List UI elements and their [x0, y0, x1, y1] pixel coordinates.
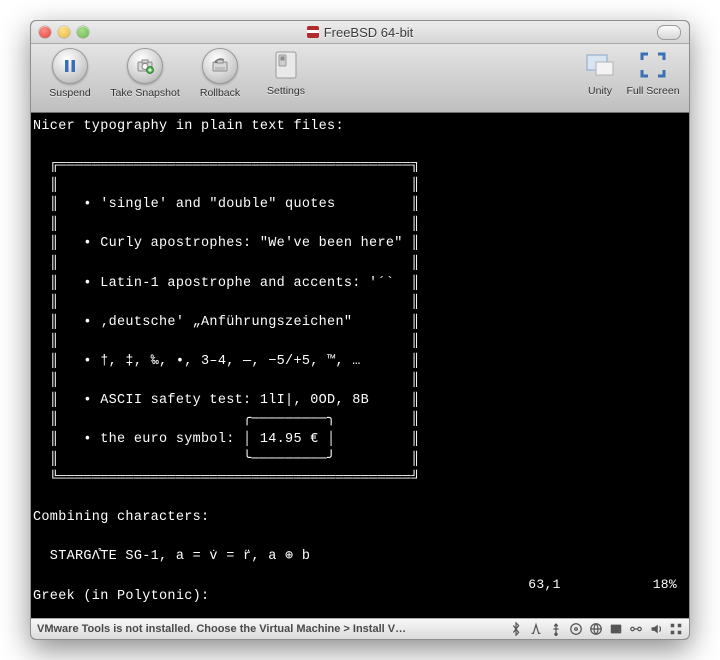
term-section: Combining characters:: [33, 508, 209, 528]
status-message[interactable]: VMware Tools is not installed. Choose th…: [37, 623, 406, 635]
unity-icon: [583, 48, 617, 82]
zoom-icon[interactable]: [77, 26, 89, 38]
term-line: STARGΛ̊TE SG-1, a = v̇ = r̈, a ⊕ b: [33, 547, 310, 567]
window-title-text: FreeBSD 64-bit: [324, 25, 414, 40]
fullscreen-button[interactable]: Full Screen: [623, 48, 683, 97]
vm-window: FreeBSD 64-bit Suspend Take Snapshot Rol…: [30, 20, 690, 640]
term-border: ╚═══════════════════════════════════════…: [50, 469, 420, 489]
term-border: ║ ║: [50, 176, 420, 196]
term-line: ║ • 'single' and "double" quotes ║: [50, 195, 420, 215]
snapshot-icon: [127, 48, 163, 84]
globe-icon[interactable]: [589, 622, 603, 636]
window-title: FreeBSD 64-bit: [31, 25, 689, 40]
terminal-content[interactable]: Nicer typography in plain text files: ╔═…: [31, 113, 689, 613]
term-line: ║ • ASCII safety test: 1lI|, 0OD, 8B ║: [50, 391, 420, 411]
link-icon[interactable]: [629, 622, 643, 636]
take-snapshot-button[interactable]: Take Snapshot: [103, 48, 187, 99]
disc-icon[interactable]: [569, 622, 583, 636]
settings-label: Settings: [267, 85, 305, 97]
status-bar: VMware Tools is not installed. Choose th…: [31, 618, 689, 639]
usb-icon[interactable]: [549, 622, 563, 636]
hdd-icon[interactable]: [609, 622, 623, 636]
fullscreen-icon: [636, 48, 670, 82]
pause-icon: [52, 48, 88, 84]
term-border: ║ ║: [50, 332, 420, 352]
rollback-icon: [202, 48, 238, 84]
scroll-percent: 18%: [653, 576, 677, 595]
titlebar[interactable]: FreeBSD 64-bit: [31, 21, 689, 44]
unity-label: Unity: [588, 85, 612, 97]
minimize-icon[interactable]: [58, 26, 70, 38]
fullscreen-label: Full Screen: [626, 85, 679, 97]
term-line: ║ • ‚deutsche' „Anführungszeichen" ║: [50, 313, 420, 333]
rollback-label: Rollback: [200, 87, 240, 99]
cursor-position: 63,1: [528, 576, 560, 595]
status-icons: [509, 622, 683, 636]
rollback-button[interactable]: Rollback: [187, 48, 253, 99]
close-icon[interactable]: [39, 26, 51, 38]
network-icon[interactable]: [529, 622, 543, 636]
term-line: ║ ╭─────────╮ ║: [50, 410, 420, 430]
vim-status: 63,1 18%: [528, 576, 677, 595]
term-border: ║ ║: [50, 293, 420, 313]
suspend-label: Suspend: [49, 87, 90, 99]
term-border: ║ ║: [50, 215, 420, 235]
snapshot-label: Take Snapshot: [110, 87, 179, 99]
term-border: ║ ║: [50, 254, 420, 274]
term-border: ║ ║: [50, 371, 420, 391]
term-line: ║ • Latin-1 apostrophe and accents: '´` …: [50, 274, 420, 294]
settings-button[interactable]: Settings: [253, 48, 319, 97]
freebsd-icon: [307, 26, 319, 38]
term-section: Greek (in Polytonic):: [33, 587, 209, 607]
unity-button[interactable]: Unity: [577, 48, 623, 97]
term-border: ╔═══════════════════════════════════════…: [50, 156, 420, 176]
titlebar-pill-button[interactable]: [657, 25, 681, 40]
term-line: ║ • †, ‡, ‰, •, 3–4, —, −5/+5, ™, … ║: [50, 352, 420, 372]
toolbar: Suspend Take Snapshot Rollback Settings: [31, 44, 689, 113]
suspend-button[interactable]: Suspend: [37, 48, 103, 99]
sound-icon[interactable]: [649, 622, 663, 636]
settings-icon: [269, 48, 303, 82]
bluetooth-icon[interactable]: [509, 622, 523, 636]
grid-icon[interactable]: [669, 622, 683, 636]
term-line: ║ • the euro symbol: │ 14.95 € │ ║: [50, 430, 420, 450]
term-line: ║ ╰─────────╯ ║: [50, 450, 420, 470]
term-heading: Nicer typography in plain text files:: [33, 117, 344, 137]
term-line: ║ • Curly apostrophes: "We've been here"…: [50, 234, 420, 254]
traffic-lights: [39, 26, 89, 38]
